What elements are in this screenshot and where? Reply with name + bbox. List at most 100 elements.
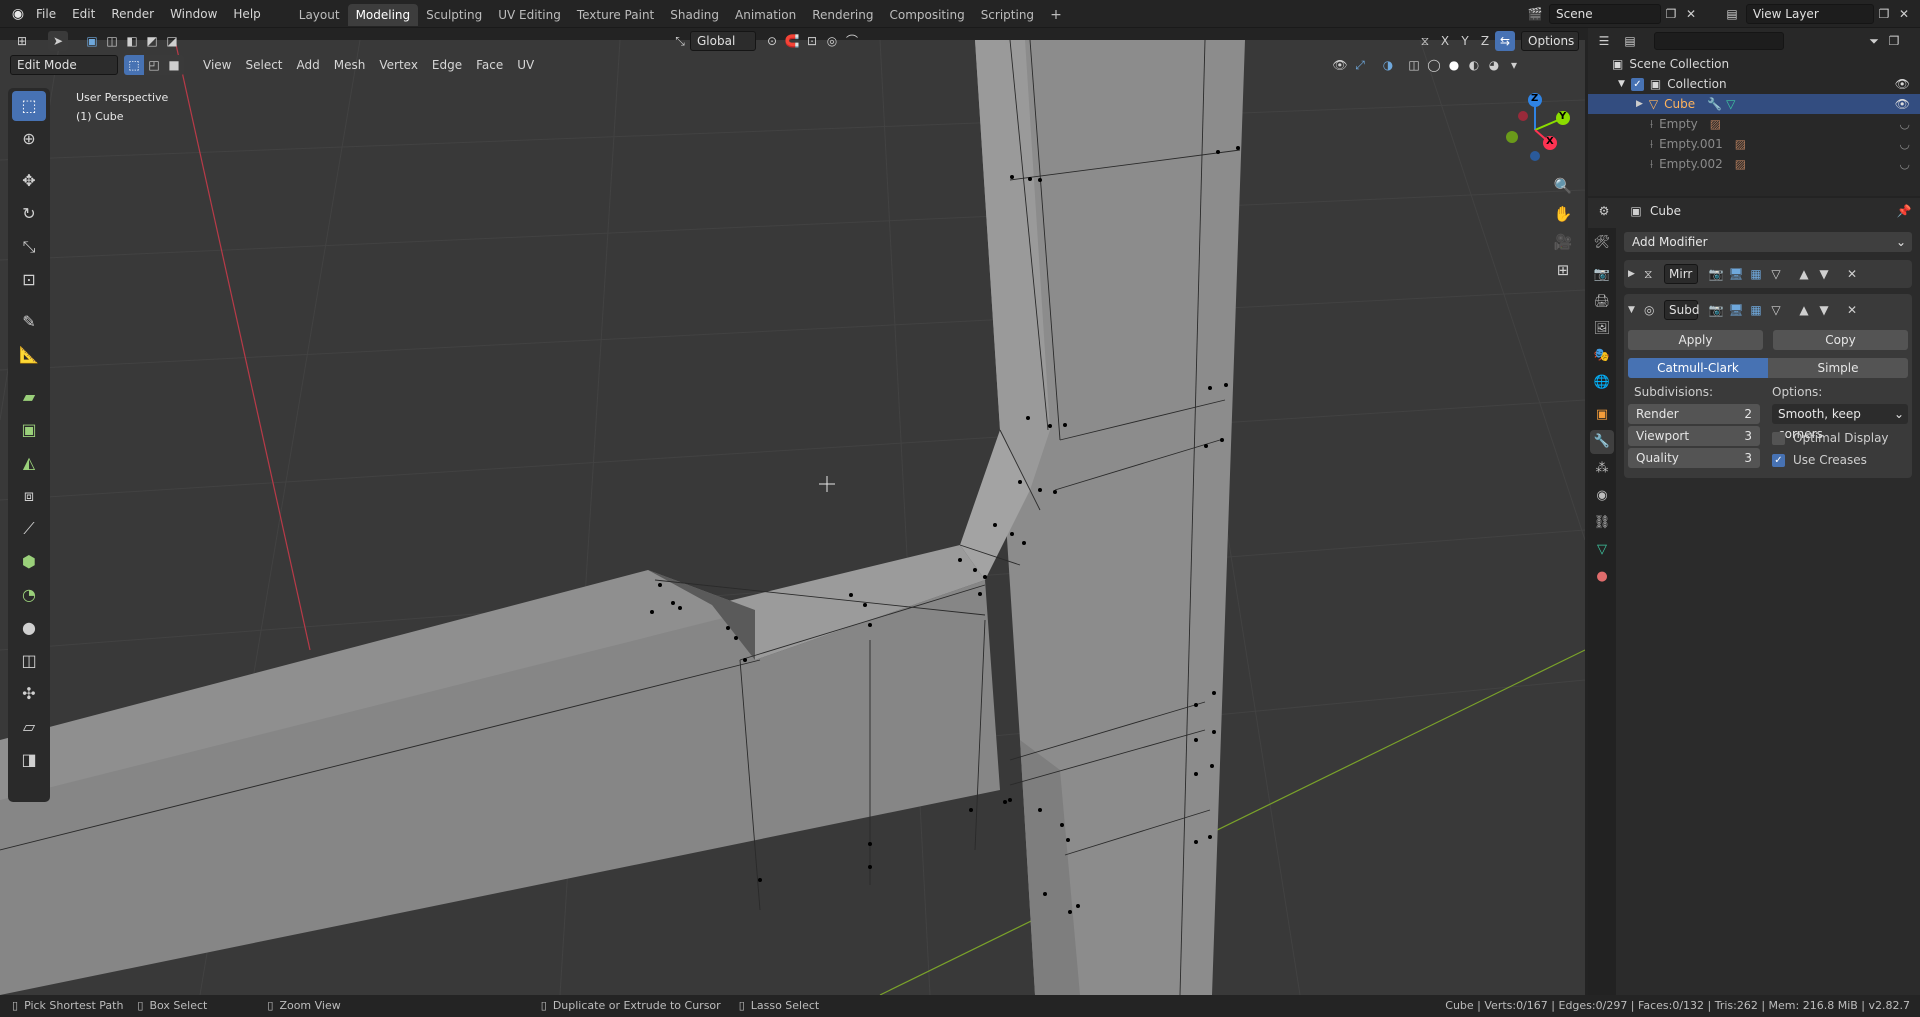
tab-shading[interactable]: Shading: [662, 4, 727, 26]
empty-visibility-icon[interactable]: ◡: [1900, 114, 1910, 134]
add-modifier-dropdown[interactable]: Add Modifier ⌄: [1624, 232, 1912, 252]
apply-button[interactable]: Apply: [1628, 330, 1763, 350]
camera-icon[interactable]: 🎥: [1550, 228, 1576, 256]
subd-cage-toggle-icon[interactable]: ▽: [1766, 300, 1786, 320]
view-layer-icon[interactable]: ▤: [1722, 4, 1742, 24]
tab-compositing[interactable]: Compositing: [881, 4, 972, 26]
select-box-tool-icon[interactable]: ⬚: [12, 91, 46, 121]
quality-field[interactable]: Quality 3: [1628, 448, 1760, 468]
face-select-icon[interactable]: ■: [164, 55, 184, 75]
tab-layout[interactable]: Layout: [291, 4, 348, 26]
visibility-icon[interactable]: 👁: [1330, 55, 1350, 75]
subd-move-down-icon[interactable]: ▼: [1814, 300, 1834, 320]
expand-subdivision-icon[interactable]: ▼: [1628, 305, 1644, 315]
data-tab-icon[interactable]: ▽: [1590, 538, 1614, 562]
mirror-y-toggle[interactable]: Y: [1455, 31, 1475, 51]
cursor-tool-icon[interactable]: ⊕: [12, 124, 46, 154]
collection-visibility-icon[interactable]: 👁: [1895, 74, 1910, 94]
tab-modeling[interactable]: Modeling: [347, 4, 419, 26]
filter-icon[interactable]: ⏷: [1864, 31, 1884, 51]
orientation-dropdown[interactable]: Global: [690, 31, 756, 51]
transform-tool-icon[interactable]: ⊡: [12, 265, 46, 295]
subd-move-up-icon[interactable]: ▲: [1794, 300, 1814, 320]
tab-animation[interactable]: Animation: [727, 4, 804, 26]
menu-add[interactable]: Add: [290, 55, 327, 75]
mirror-move-up-icon[interactable]: ▲: [1794, 264, 1814, 284]
mirror-z-toggle[interactable]: Z: [1475, 31, 1495, 51]
menu-edit[interactable]: Edit: [64, 0, 103, 28]
outliner-item-empty[interactable]: ⟊ Empty ▨ ◡: [1588, 114, 1920, 134]
use-creases-checkbox[interactable]: ✓: [1772, 454, 1785, 467]
menu-help[interactable]: Help: [225, 0, 268, 28]
constraints-tab-icon[interactable]: ⛓: [1590, 511, 1614, 535]
menu-edge[interactable]: Edge: [425, 55, 469, 75]
empty-002-visibility-icon[interactable]: ◡: [1900, 154, 1910, 174]
gizmo-icon[interactable]: ⤢: [1350, 55, 1370, 75]
outliner-search-input[interactable]: [1654, 32, 1784, 50]
overlay-icon[interactable]: ◑: [1378, 55, 1398, 75]
rendered-shading-icon[interactable]: ◕: [1484, 55, 1504, 75]
pan-hand-icon[interactable]: ✋: [1550, 200, 1576, 228]
rotate-tool-icon[interactable]: ↻: [12, 199, 46, 229]
shrink-fatten-tool-icon[interactable]: ✣: [12, 679, 46, 709]
grid-view-icon[interactable]: ⊞: [1550, 256, 1576, 284]
mirror-x-toggle[interactable]: X: [1435, 31, 1455, 51]
material-tab-icon[interactable]: ●: [1590, 565, 1614, 589]
knife-tool-icon[interactable]: ⟋: [12, 514, 46, 544]
mirror-render-toggle-icon[interactable]: 📷: [1706, 264, 1726, 284]
tab-scripting[interactable]: Scripting: [973, 4, 1042, 26]
menu-uv[interactable]: UV: [510, 55, 541, 75]
physics-tab-icon[interactable]: ◉: [1590, 484, 1614, 508]
material-shading-icon[interactable]: ◐: [1464, 55, 1484, 75]
edge-select-icon[interactable]: ◰: [144, 55, 164, 75]
outliner-item-empty-001[interactable]: ⟊ Empty.001 ▨ ◡: [1588, 134, 1920, 154]
shear-tool-icon[interactable]: ▱: [12, 712, 46, 742]
render-levels-field[interactable]: Render 2: [1628, 404, 1760, 424]
select-tool-icon[interactable]: ➤: [48, 31, 68, 51]
scene-copy-icon[interactable]: ❐: [1661, 4, 1681, 24]
annotate-tool-icon[interactable]: ✎: [12, 307, 46, 337]
poly-build-tool-icon[interactable]: ⬢: [12, 547, 46, 577]
optimal-display-checkbox[interactable]: [1772, 432, 1785, 445]
view-layer-field[interactable]: View Layer: [1746, 4, 1874, 24]
scene-close-icon[interactable]: ✕: [1681, 4, 1701, 24]
object-tab-icon[interactable]: ▣: [1590, 403, 1614, 427]
edge-slide-tool-icon[interactable]: ◫: [12, 646, 46, 676]
menu-vertex[interactable]: Vertex: [372, 55, 425, 75]
subd-viewport-toggle-icon[interactable]: 🖥: [1726, 300, 1746, 320]
menu-render[interactable]: Render: [103, 0, 162, 28]
wireframe-shading-icon[interactable]: ◯: [1424, 55, 1444, 75]
outliner-editor-icon[interactable]: ☰: [1594, 31, 1614, 51]
spin-tool-icon[interactable]: ◔: [12, 580, 46, 610]
scale-tool-icon[interactable]: ⤡: [12, 232, 46, 262]
rip-tool-icon[interactable]: ◨: [12, 745, 46, 775]
vertex-select-icon[interactable]: ⬚: [124, 55, 144, 75]
select-invert-icon[interactable]: ◩: [142, 31, 162, 51]
properties-editor-icon[interactable]: ⚙: [1594, 201, 1614, 221]
copy-button[interactable]: Copy: [1773, 330, 1908, 350]
view-layer-copy-icon[interactable]: ❐: [1874, 4, 1894, 24]
output-tab-icon[interactable]: 🖨: [1590, 290, 1614, 314]
subd-editmode-toggle-icon[interactable]: ▦: [1746, 300, 1766, 320]
smooth-tool-icon[interactable]: ●: [12, 613, 46, 643]
bevel-tool-icon[interactable]: ◭: [12, 448, 46, 478]
render-tab-icon[interactable]: 📷: [1590, 263, 1614, 287]
catmull-clark-button[interactable]: Catmull-Clark: [1628, 358, 1768, 378]
use-creases-row[interactable]: ✓ Use Creases: [1772, 450, 1908, 470]
snap-icon[interactable]: 🧲: [782, 31, 802, 51]
cube-visibility-icon[interactable]: 👁: [1895, 94, 1910, 114]
mirror-viewport-toggle-icon[interactable]: 🖥: [1726, 264, 1746, 284]
menu-select[interactable]: Select: [238, 55, 289, 75]
tool-tab-icon[interactable]: 🛠: [1590, 231, 1614, 255]
3d-viewport[interactable]: [0, 40, 1585, 995]
falloff-icon[interactable]: ⌒: [842, 31, 862, 51]
navigation-gizmo[interactable]: Z Y X: [1495, 90, 1575, 170]
mirror-cage-toggle-icon[interactable]: ▽: [1766, 264, 1786, 284]
select-subtract-icon[interactable]: ◧: [122, 31, 142, 51]
expand-cube-icon[interactable]: ▶: [1636, 94, 1643, 114]
shading-options-icon[interactable]: ▾: [1504, 55, 1524, 75]
inset-tool-icon[interactable]: ▣: [12, 415, 46, 445]
empty-001-visibility-icon[interactable]: ◡: [1900, 134, 1910, 154]
mirror-remove-icon[interactable]: ✕: [1842, 264, 1862, 284]
tab-uv-editing[interactable]: UV Editing: [490, 4, 569, 26]
